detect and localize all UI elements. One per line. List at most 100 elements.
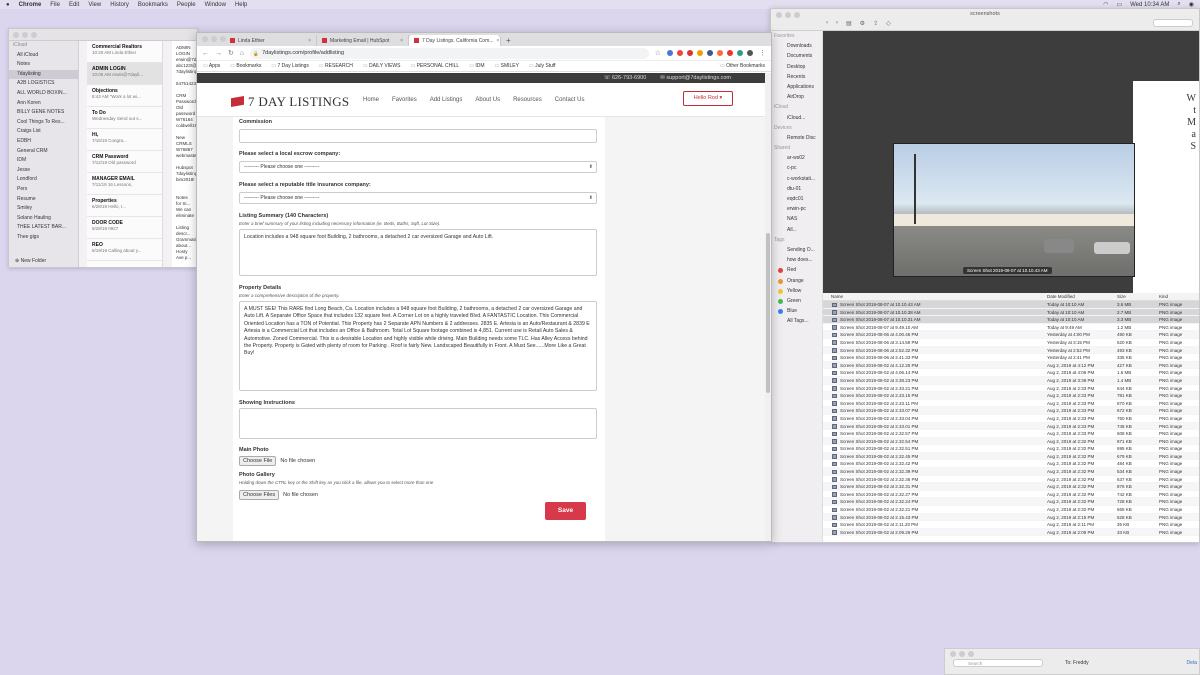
tag-icon[interactable]: ◇ <box>886 20 891 27</box>
file-row[interactable]: Screen Shot 2019-08-02 at 2.32.36 PM Aug … <box>823 476 1199 484</box>
gear-icon[interactable]: ⚙ <box>860 20 865 27</box>
sidebar-item[interactable]: Downloads <box>771 41 822 51</box>
file-row[interactable]: Screen Shot 2019-08-02 at 2.33.01 PM Aug … <box>823 422 1199 431</box>
mail-search-field[interactable]: Search <box>953 659 1043 667</box>
sidebar-item[interactable]: iCloud... <box>771 113 822 123</box>
sidebar-item[interactable]: Desktop <box>771 62 822 72</box>
forward-icon[interactable]: › <box>836 20 838 27</box>
folder-item[interactable]: General CRM <box>9 147 78 157</box>
scrollbar-thumb[interactable] <box>766 233 770 393</box>
sidebar-item[interactable]: ar-ws02 <box>771 153 822 163</box>
folder-item[interactable]: Notes <box>9 60 78 70</box>
file-row[interactable]: Screen Shot 2019-08-02 at 3.38.23 PM Aug … <box>823 376 1199 385</box>
contact-email[interactable]: ✉ support@7daylistings.com <box>660 75 731 81</box>
menu-app-name[interactable]: Chrome <box>19 2 42 8</box>
close-window-button[interactable] <box>13 31 19 38</box>
menu-kebab-icon[interactable]: ⋮ <box>759 49 766 57</box>
pinterest-icon[interactable] <box>687 50 693 56</box>
bookmark-item[interactable]: Bookmarks <box>230 63 261 69</box>
bookmark-item[interactable]: PERSONAL CHILL <box>410 63 460 69</box>
file-row[interactable]: Screen Shot 2019-08-02 at 2.32.24 PM Aug … <box>823 498 1199 507</box>
back-icon[interactable]: ‹ <box>826 20 828 27</box>
sidebar-item[interactable]: c-workstati... <box>771 174 822 184</box>
file-row[interactable]: Screen Shot 2019-08-02 at 2.09.26 PM Aug … <box>823 528 1199 537</box>
extension-icon[interactable] <box>677 50 683 56</box>
escrow-select[interactable]: --------- Please choose one --------- <box>239 161 597 173</box>
folder-item[interactable]: BILLY GENE NOTES <box>9 108 78 118</box>
extension-icon[interactable] <box>667 50 673 56</box>
contact-phone[interactable]: ☏ 626-793-6900 <box>604 75 647 81</box>
tag-item[interactable]: Green <box>771 296 822 306</box>
nav-link[interactable]: Resources <box>513 97 542 103</box>
tag-item[interactable]: Yellow <box>771 286 822 296</box>
file-row[interactable]: Screen Shot 2019-08-02 at 2.15.43 PM Aug … <box>823 513 1199 522</box>
sidebar-item[interactable]: Sending O... <box>771 245 822 255</box>
choose-file-button[interactable]: Choose File <box>239 456 277 466</box>
other-bookmarks[interactable]: Other Bookmarks <box>720 63 765 69</box>
tag-item[interactable]: Orange <box>771 276 822 286</box>
wifi-icon[interactable]: ◠ <box>1103 1 1108 8</box>
street-photo-preview[interactable] <box>893 143 1135 277</box>
mail-to-field[interactable]: To: Freddy <box>1065 660 1089 666</box>
browser-tab[interactable]: Marketing Email | HubSpot × <box>317 35 409 46</box>
file-row[interactable]: Screen Shot 2019-08-02 at 2.32.42 PM Aug … <box>823 460 1199 469</box>
hubspot-icon[interactable] <box>717 50 723 56</box>
site-logo[interactable]: 7 DAY LISTINGS <box>231 94 349 110</box>
file-row[interactable]: Screen Shot 2019-08-02 at 2.33.21 PM Aug … <box>823 385 1199 393</box>
column-size[interactable]: Size <box>1117 294 1126 299</box>
file-row[interactable]: Screen Shot 2019-08-02 at 2.33.07 PM Aug … <box>823 407 1199 415</box>
new-tab-button[interactable]: + <box>506 35 511 46</box>
sidebar-item[interactable]: Applications <box>771 82 822 92</box>
file-row[interactable]: Screen Shot 2019-08-07 at 10.10.38 AM Tod… <box>823 308 1199 317</box>
file-row[interactable]: Screen Shot 2019-08-06 at 2.41.33 PM Yest… <box>823 354 1199 362</box>
zoom-window-button[interactable] <box>220 36 226 42</box>
sidebar-item[interactable]: c-pc <box>771 163 822 173</box>
tag-item[interactable]: Blue <box>771 306 822 316</box>
note-list-item[interactable]: To Do Wednesday Send out s... <box>87 107 162 129</box>
folder-item[interactable]: A2B LOGISTICS <box>9 79 78 89</box>
menu-item[interactable]: Help <box>235 2 247 8</box>
sidebar-item[interactable]: erwin-pc <box>771 204 822 214</box>
extension-icon[interactable] <box>707 50 713 56</box>
forward-icon[interactable]: → <box>215 50 222 57</box>
nav-link[interactable]: Add Listings <box>430 97 463 103</box>
folder-item[interactable]: IDM <box>9 156 78 166</box>
star-icon[interactable]: ☆ <box>655 49 661 57</box>
sidebar-item[interactable]: dtu-01 <box>771 184 822 194</box>
battery-icon[interactable]: ▭ <box>1116 1 1122 8</box>
file-row[interactable]: Screen Shot 2019-08-02 at 2.32.57 PM Aug … <box>823 430 1199 438</box>
file-row[interactable]: Screen Shot 2019-08-02 at 2.32.54 PM Aug … <box>823 437 1199 446</box>
extension-icon[interactable] <box>697 50 703 56</box>
note-body[interactable]: ADMIN LOGIN erwin@7daylisting.com abc123… <box>172 41 197 267</box>
note-list-item[interactable]: REO 6/19/19 Calling about y... <box>87 239 162 261</box>
file-row[interactable]: Screen Shot 2019-08-02 at 2.32.51 PM Aug … <box>823 445 1199 453</box>
bookmark-item[interactable]: SMILEY <box>495 63 519 69</box>
search-icon[interactable]: ⌕ <box>1177 1 1180 8</box>
commission-input[interactable] <box>239 129 597 143</box>
tag-item[interactable]: Red <box>771 265 822 275</box>
profile-avatar[interactable] <box>747 50 753 56</box>
minimize-window-button[interactable] <box>959 651 965 657</box>
sidebar-item[interactable]: NAS <box>771 214 822 224</box>
listing-summary-textarea[interactable]: Location includes a 948 square foot Buil… <box>239 229 597 276</box>
new-folder-button[interactable]: ⊕ New Folder <box>15 258 46 264</box>
zoom-window-button[interactable] <box>31 31 37 38</box>
folder-item[interactable]: ALL WORLD BOXIN... <box>9 89 78 99</box>
column-date-modified[interactable]: Date Modified <box>1047 294 1075 299</box>
folder-item[interactable]: THEE LATEST BAR... <box>9 223 78 233</box>
sidebar-item[interactable]: Documents <box>771 51 822 61</box>
finder-search-field[interactable] <box>1153 19 1193 27</box>
note-list-item[interactable]: DOOR CODE 6/28/19 0927 <box>87 217 162 239</box>
title-insurance-select[interactable]: --------- Please choose one --------- <box>239 192 597 204</box>
note-list-item[interactable]: Commercial Realtors 10:20 AM Linda Ethier <box>87 41 162 63</box>
bookmark-item[interactable]: July Stuff <box>529 63 555 69</box>
file-row[interactable]: Screen Shot 2019-08-02 at 2.32.27 PM Aug … <box>823 491 1199 499</box>
bookmark-item[interactable]: IDM <box>469 63 484 69</box>
share-icon[interactable]: ⇪ <box>873 20 878 27</box>
apple-icon[interactable]: ● <box>6 2 10 8</box>
menu-item[interactable]: History <box>110 2 129 8</box>
browser-tab[interactable]: 7 Day Listings. California Com... × <box>409 35 501 46</box>
sidebar-item[interactable]: eqdc01 <box>771 194 822 204</box>
property-details-textarea[interactable]: A MUST SEE! This RARE find Long Beach, C… <box>239 301 597 391</box>
file-row[interactable]: Screen Shot 2019-08-07 at 10.10.43 AM Tod… <box>823 301 1199 309</box>
